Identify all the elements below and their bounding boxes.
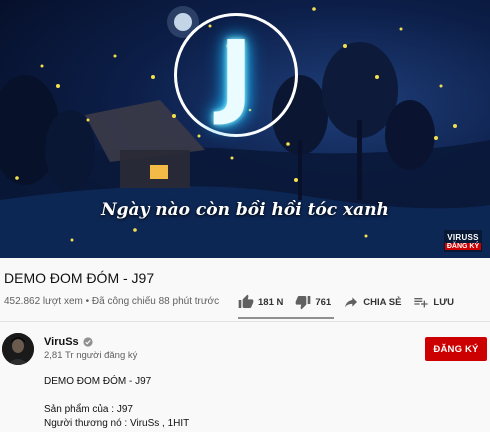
channel-name-row[interactable]: ViruSs: [44, 336, 93, 348]
save-button[interactable]: LƯU: [413, 290, 454, 314]
channel-avatar[interactable]: [2, 333, 34, 365]
avatar-image: [2, 333, 34, 365]
section-divider: [0, 321, 490, 322]
watermark-subscribe: ĐĂNG KÝ: [444, 242, 482, 250]
video-description: DEMO ĐOM ĐÓM - J97 Sản phẩm của : J97 Ng…: [44, 375, 189, 431]
save-label: LƯU: [433, 296, 454, 308]
subscriber-count: 2,81 Tr người đăng ký: [44, 350, 138, 361]
channel-name[interactable]: ViruSs: [44, 336, 79, 348]
save-playlist-icon: [414, 298, 429, 308]
dislike-button[interactable]: 761: [295, 290, 331, 314]
channel-logo-ring: J: [174, 13, 298, 137]
description-line: Sản phẩm của : J97: [44, 404, 133, 415]
like-button[interactable]: 181 N: [238, 290, 283, 314]
share-label: CHIA SẺ: [363, 296, 402, 308]
video-actions: 181 N 761 CHIA SẺ LƯU: [238, 290, 466, 314]
dislike-count: 761: [315, 296, 332, 308]
video-lyric-caption: Ngày nào còn bồi hồi tóc xanh: [101, 200, 389, 220]
view-count-and-date: 452.862 lượt xem • Đã công chiếu 88 phút…: [4, 296, 220, 307]
dislike-icon: [296, 296, 311, 310]
channel-watermark[interactable]: VIRUSS ĐĂNG KÝ: [444, 230, 482, 252]
subscribe-button[interactable]: ĐĂNG KÝ: [425, 337, 487, 361]
share-button[interactable]: CHIA SẺ: [343, 290, 401, 314]
logo-letter: J: [218, 21, 254, 128]
description-line: Người thương nó : ViruSs , 1HIT: [44, 418, 190, 429]
like-ratio-fill: [238, 317, 334, 319]
video-title: DEMO ĐOM ĐÓM - J97: [4, 270, 155, 286]
watermark-name: VIRUSS: [447, 232, 479, 242]
like-count: 181 N: [258, 296, 284, 308]
like-icon: [238, 294, 254, 308]
verified-icon: [83, 337, 93, 347]
description-line: DEMO ĐOM ĐÓM - J97: [44, 376, 152, 387]
like-dislike-ratio-bar: [238, 317, 334, 319]
share-icon: [345, 297, 358, 308]
video-player[interactable]: J Ngày nào còn bồi hồi tóc xanh VIRUSS Đ…: [0, 0, 490, 258]
